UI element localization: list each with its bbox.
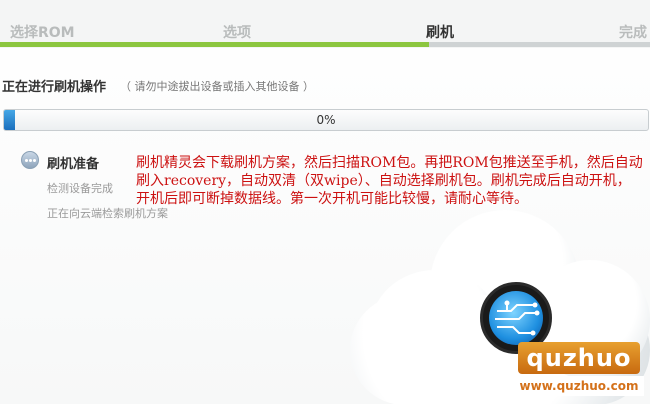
task-status-detect: 检测设备完成 [47, 182, 113, 195]
step-select-rom: 选择ROM [10, 25, 75, 41]
operation-title: 正在进行刷机操作 [2, 80, 107, 95]
task-title: 刷机准备 [47, 157, 100, 172]
step-flash: 刷机 [426, 25, 454, 41]
step-options: 选项 [223, 25, 251, 41]
step-progress-fill [0, 42, 429, 47]
ellipsis-icon [21, 151, 39, 169]
flash-progress-bar: 0% [3, 109, 649, 131]
watermark-logo: quzhuo [518, 342, 640, 374]
operation-note: （ 请勿中途拔出设备或插入其他设备 ） [120, 80, 314, 93]
step-complete: 完成 [619, 25, 647, 41]
annotation-text: 刷机精灵会下载刷机方案，然后扫描ROM包。再把ROM包推送至手机，然后自动刷入r… [136, 155, 643, 207]
flash-progress-text: 0% [316, 113, 336, 127]
watermark: quzhuo www.quzhuo.com [514, 342, 644, 398]
step-progress-track [0, 42, 650, 47]
step-indicator: 选择ROM 选项 刷机 完成 [0, 0, 650, 48]
flash-window: 选择ROM 选项 刷机 完成 正在进行刷机操作 （ 请勿中途拔出设备或插入其他设… [0, 0, 650, 404]
watermark-url: www.quzhuo.com [514, 376, 644, 396]
